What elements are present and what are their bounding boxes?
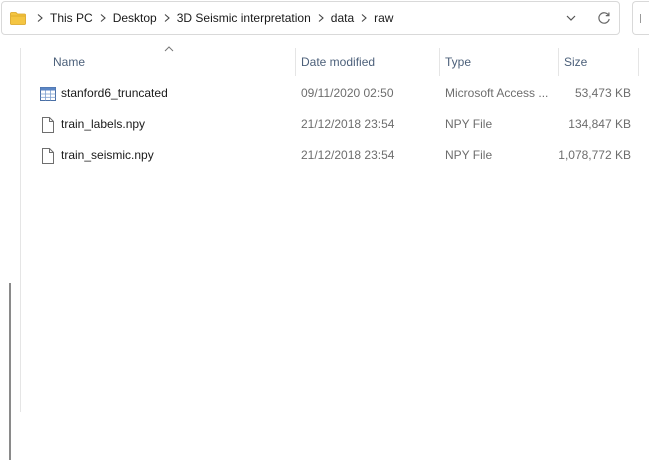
address-toolbar: This PC Desktop 3D Seismic interpretatio… xyxy=(0,0,649,40)
file-name: train_labels.npy xyxy=(61,117,146,131)
file-list: stanford6_truncated 09/11/2020 02:50 Mic… xyxy=(21,78,649,171)
breadcrumb-3d-seismic[interactable]: 3D Seismic interpretation xyxy=(175,11,313,25)
chevron-down-icon[interactable] xyxy=(564,11,578,25)
file-row[interactable]: train_seismic.npy 21/12/2018 23:54 NPY F… xyxy=(21,140,649,171)
folder-icon xyxy=(10,12,26,25)
file-type: NPY File xyxy=(445,148,493,162)
chevron-right-icon[interactable] xyxy=(95,2,111,34)
breadcrumb: This PC Desktop 3D Seismic interpretatio… xyxy=(32,2,395,34)
breadcrumb-this-pc[interactable]: This PC xyxy=(48,11,95,25)
file-icon xyxy=(42,148,54,164)
address-bar[interactable]: This PC Desktop 3D Seismic interpretatio… xyxy=(1,1,620,35)
column-divider[interactable] xyxy=(638,48,639,76)
file-type: NPY File xyxy=(445,117,493,131)
column-header-name[interactable]: Name xyxy=(47,48,297,76)
file-date-modified: 09/11/2020 02:50 xyxy=(301,86,394,100)
file-size: 53,473 KB xyxy=(574,86,631,100)
chevron-right-icon[interactable] xyxy=(313,2,329,34)
database-table-icon xyxy=(40,87,56,101)
column-header-size[interactable]: Size xyxy=(558,48,640,76)
chevron-right-icon[interactable] xyxy=(32,2,48,34)
file-size: 1,078,772 KB xyxy=(558,148,631,162)
file-name: stanford6_truncated xyxy=(61,86,168,100)
file-row[interactable]: stanford6_truncated 09/11/2020 02:50 Mic… xyxy=(21,78,649,109)
column-header-date-modified[interactable]: Date modified xyxy=(295,48,439,76)
column-header-type[interactable]: Type xyxy=(439,48,559,76)
chevron-right-icon[interactable] xyxy=(356,2,372,34)
breadcrumb-data[interactable]: data xyxy=(329,11,356,25)
file-row[interactable]: train_labels.npy 21/12/2018 23:54 NPY Fi… xyxy=(21,109,649,140)
file-icon xyxy=(42,117,54,133)
navigation-scrollbar[interactable] xyxy=(9,283,11,460)
search-input[interactable] xyxy=(632,1,649,35)
file-type: Microsoft Access ... xyxy=(445,86,549,100)
refresh-icon[interactable] xyxy=(596,10,612,26)
chevron-right-icon[interactable] xyxy=(159,2,175,34)
column-headers: Name Date modified Type Size xyxy=(21,46,649,76)
breadcrumb-raw[interactable]: raw xyxy=(372,11,395,25)
file-date-modified: 21/12/2018 23:54 xyxy=(301,117,395,131)
breadcrumb-desktop[interactable]: Desktop xyxy=(111,11,159,25)
file-date-modified: 21/12/2018 23:54 xyxy=(301,148,395,162)
navigation-pane xyxy=(0,48,18,460)
file-size: 134,847 KB xyxy=(568,117,631,131)
file-name: train_seismic.npy xyxy=(61,148,154,162)
